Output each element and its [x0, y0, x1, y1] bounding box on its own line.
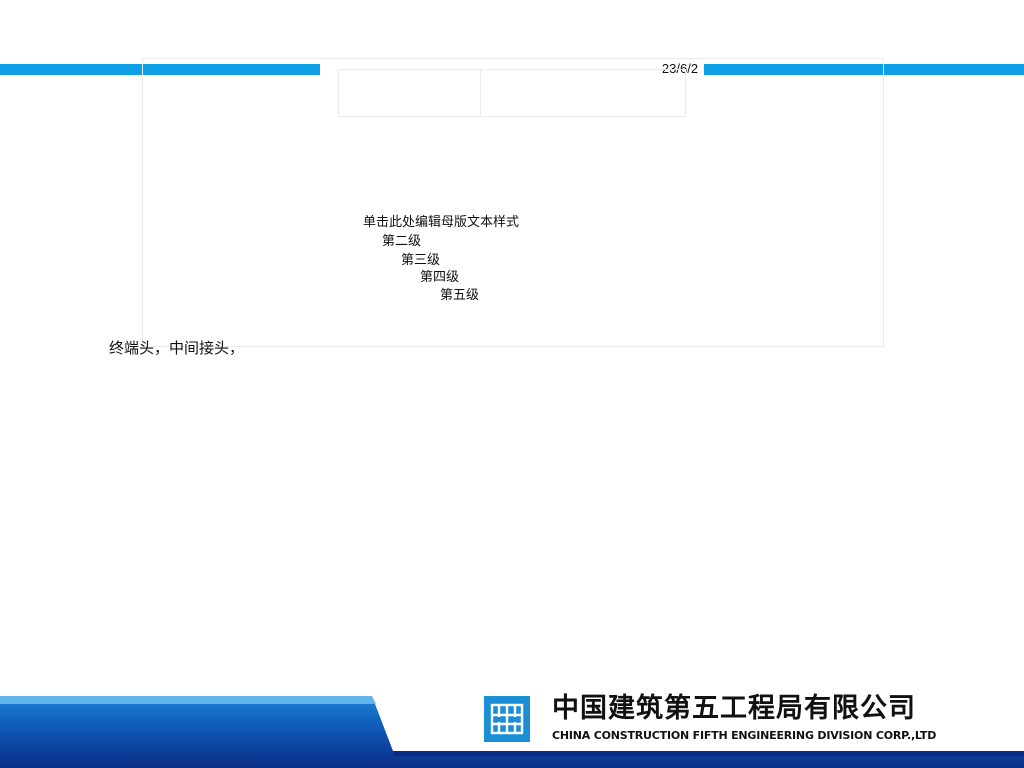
master-text-level-1: 单击此处编辑母版文本样式 [363, 215, 520, 230]
master-text-level-3: 第三级 [401, 253, 441, 268]
cscec-logo-icon [484, 696, 530, 742]
slide: 23/6/2 单击此处编辑母版文本样式 第二级 第三级 第四级 第五级 终端头，… [0, 0, 1024, 768]
title-placeholder-left [338, 69, 481, 117]
master-text-level-4: 第四级 [420, 270, 460, 285]
body-text: 终端头，中间接头， [109, 339, 245, 357]
company-name-cn: 中国建筑第五工程局有限公司 [552, 693, 916, 724]
company-name-en: CHINA CONSTRUCTION FIFTH ENGINEERING DIV… [552, 729, 937, 742]
title-placeholder-right [480, 69, 686, 117]
master-text-level-5: 第五级 [440, 288, 480, 303]
master-text-level-2: 第二级 [382, 234, 422, 249]
